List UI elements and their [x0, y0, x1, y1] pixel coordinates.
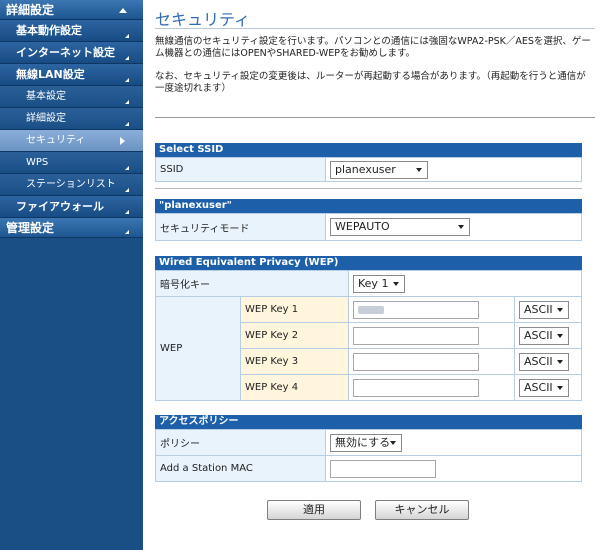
policy-value: 無効にする	[335, 435, 391, 449]
wep-key-3-format-select[interactable]: ASCII	[519, 352, 569, 371]
security-mode-label: セキュリティモード	[155, 213, 326, 241]
sidebar-item-label: 基本動作設定	[16, 24, 82, 37]
corner-arrow-icon	[125, 210, 129, 214]
section-divider	[155, 117, 595, 118]
sidebar-item-basic-operation[interactable]: 基本動作設定	[0, 20, 143, 42]
page-title: セキュリティ	[155, 10, 251, 29]
section-divider	[155, 188, 582, 189]
wep-key-1-label: WEP Key 1	[240, 296, 349, 323]
dropdown-arrow-icon	[416, 167, 422, 172]
wep-key-3-format-value: ASCII	[524, 354, 553, 368]
wep-key-2-label: WEP Key 2	[240, 322, 349, 349]
encryption-key-value: Key 1	[358, 276, 389, 290]
apply-button[interactable]: 適用	[267, 500, 361, 520]
corner-arrow-icon	[125, 188, 129, 192]
select-ssid-header: Select SSID	[155, 143, 582, 157]
corner-arrow-icon	[125, 122, 129, 126]
title-divider	[155, 28, 595, 29]
sidebar-item-wlan-advanced[interactable]: 詳細設定	[0, 108, 143, 130]
wep-header: Wired Equivalent Privacy (WEP)	[155, 256, 582, 270]
ssid-section-header: "planexuser"	[155, 199, 582, 213]
masked-key-value	[358, 305, 384, 314]
ssid-select-value: planexuser	[335, 162, 396, 176]
sidebar-item-label: 管理設定	[6, 221, 55, 235]
wep-key-3-input[interactable]	[353, 352, 479, 371]
sidebar-item-label: セキュリティ	[26, 135, 86, 146]
sidebar-item-security[interactable]: セキュリティ	[0, 130, 143, 152]
restart-note: なお、セキュリティ設定の変更後は、ルーターが再起動する場合があります。（再起動を…	[155, 71, 586, 94]
wep-key-2-input[interactable]	[353, 326, 479, 345]
sidebar-item-management[interactable]: 管理設定	[0, 218, 143, 238]
chevron-right-icon	[120, 137, 125, 145]
access-policy-header: アクセスポリシー	[155, 415, 582, 429]
dropdown-arrow-icon	[557, 333, 563, 338]
security-mode-value: WEPAUTO	[335, 220, 390, 233]
wep-key-3-label: WEP Key 3	[240, 348, 349, 375]
dropdown-arrow-icon	[557, 359, 563, 364]
access-policy-table: ポリシー 無効にする Add a Station MAC	[155, 429, 582, 482]
sidebar-item-label: 基本設定	[26, 91, 66, 102]
sidebar-item-internet-settings[interactable]: インターネット設定	[0, 42, 143, 64]
sidebar-item-firewall[interactable]: ファイアウォール	[0, 196, 143, 218]
corner-arrow-icon	[125, 56, 129, 60]
wep-key-4-format-select[interactable]: ASCII	[519, 378, 569, 397]
station-mac-label: Add a Station MAC	[155, 455, 326, 482]
main-content: セキュリティ 無線通信のセキュリティ設定を行います。パソコンとの通信には強固なW…	[143, 0, 600, 550]
ssid-select[interactable]: planexuser	[330, 160, 428, 179]
security-mode-table: セキュリティモード WEPAUTO	[155, 213, 582, 241]
corner-arrow-icon	[125, 230, 129, 234]
corner-arrow-icon	[125, 100, 129, 104]
sidebar-item-label: 無線LAN設定	[16, 68, 85, 81]
wep-key-1-input[interactable]	[353, 300, 479, 319]
wep-key-4-format-value: ASCII	[524, 380, 553, 394]
sidebar-item-label: ファイアウォール	[16, 200, 104, 213]
sidebar-item-station-list[interactable]: ステーションリスト	[0, 174, 143, 196]
station-mac-input[interactable]	[330, 459, 436, 478]
policy-select[interactable]: 無効にする	[330, 433, 402, 452]
dropdown-arrow-icon	[557, 307, 563, 312]
encryption-key-select[interactable]: Key 1	[353, 274, 405, 293]
dropdown-arrow-icon	[393, 281, 399, 286]
sidebar: 詳細設定 基本動作設定 インターネット設定 無線LAN設定 基本設定 詳細設定 …	[0, 0, 143, 550]
select-ssid-table: SSID planexuser	[155, 157, 582, 182]
wep-key-1-format-value: ASCII	[524, 302, 553, 316]
wep-label: WEP	[155, 296, 241, 401]
corner-arrow-icon	[125, 34, 129, 38]
wep-key-4-label: WEP Key 4	[240, 374, 349, 401]
sidebar-item-label: 詳細設定	[26, 113, 66, 124]
description-text: 無線通信のセキュリティ設定を行います。パソコンとの通信には強固なWPA2-PSK…	[155, 36, 591, 59]
corner-arrow-icon	[125, 166, 129, 170]
sidebar-item-wps[interactable]: WPS	[0, 152, 143, 174]
wep-key-2-format-select[interactable]: ASCII	[519, 326, 569, 345]
wep-key-4-input[interactable]	[353, 378, 479, 397]
corner-arrow-icon	[125, 78, 129, 82]
dropdown-arrow-icon	[390, 440, 396, 445]
security-mode-select[interactable]: WEPAUTO	[330, 218, 470, 236]
wep-table: 暗号化キー Key 1 WEP WEP Key 1 ASCII WEP Key …	[155, 270, 582, 401]
wep-key-2-format-value: ASCII	[524, 328, 553, 342]
ssid-label: SSID	[155, 157, 326, 182]
policy-label: ポリシー	[155, 429, 326, 456]
chevron-up-icon	[119, 8, 127, 13]
sidebar-item-wlan-basic[interactable]: 基本設定	[0, 86, 143, 108]
sidebar-item-label: WPS	[26, 157, 49, 168]
sidebar-item-wireless-lan[interactable]: 無線LAN設定	[0, 64, 143, 86]
cancel-button[interactable]: キャンセル	[375, 500, 469, 520]
encryption-key-label: 暗号化キー	[155, 270, 349, 297]
sidebar-item-advanced-settings[interactable]: 詳細設定	[0, 0, 143, 20]
dropdown-arrow-icon	[557, 385, 563, 390]
wep-key-1-format-select[interactable]: ASCII	[519, 300, 569, 319]
sidebar-item-label: ステーションリスト	[26, 179, 116, 190]
sidebar-item-label: インターネット設定	[16, 46, 115, 59]
dropdown-arrow-icon	[458, 225, 464, 229]
